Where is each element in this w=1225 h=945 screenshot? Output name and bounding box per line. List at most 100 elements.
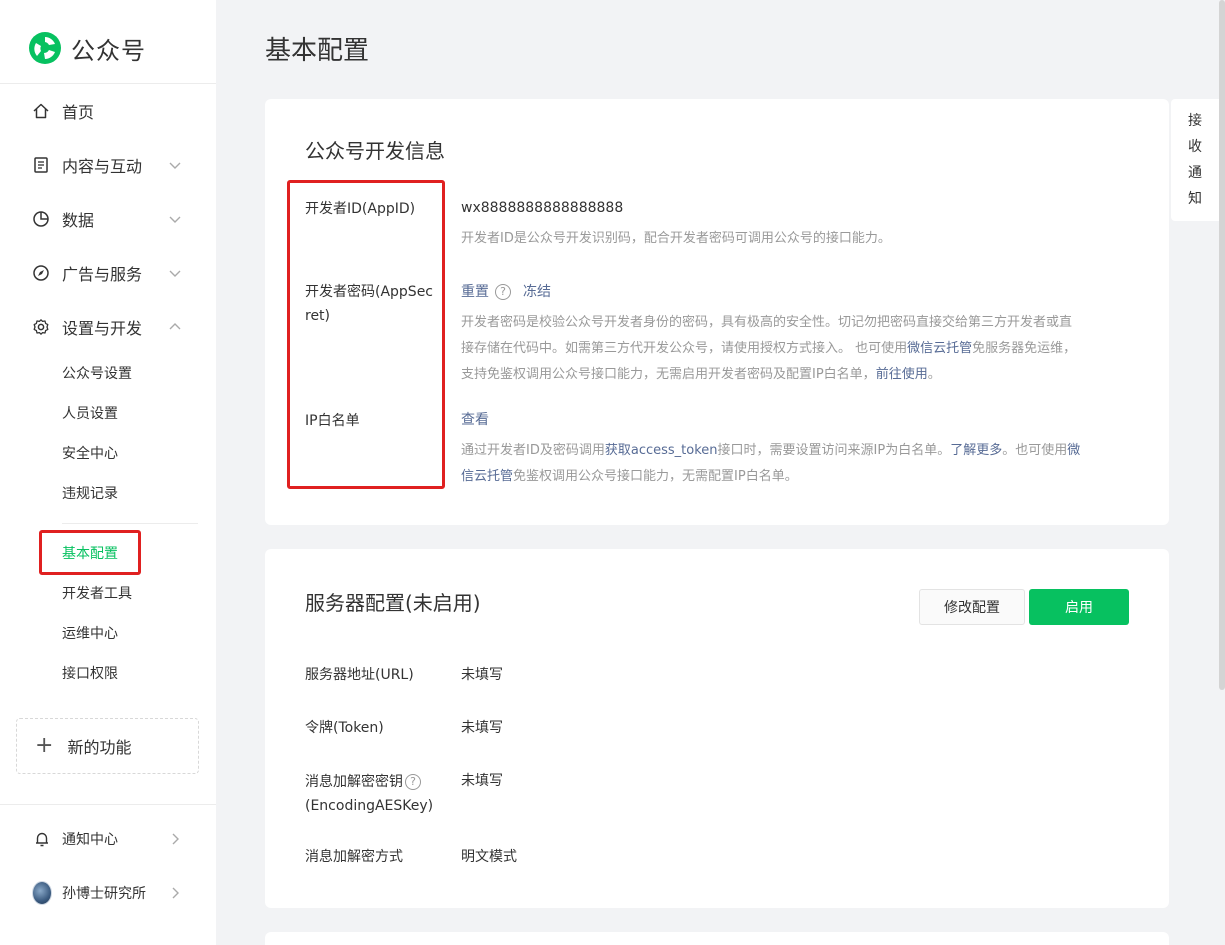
subnav-security-center[interactable]: 安全中心 [62,444,118,464]
enable-button[interactable]: 启用 [1029,589,1129,625]
sidebar: 公众号 首页 内容与互动 数据 广告与服务 设置与开发 公众号设置 人员设置 安… [0,0,216,945]
subnav-violations[interactable]: 违规记录 [62,484,118,504]
brand[interactable]: 公众号 [28,30,146,66]
notice-char: 知 [1188,191,1202,207]
aes-key-label-line2: (EncodingAESKey) [305,798,434,814]
appsecret-label-line2: ret) [305,308,331,324]
home-icon [32,102,50,120]
notification-center[interactable]: 通知中心 [32,824,192,854]
wechat-cloud-link[interactable]: 微 [1067,443,1080,458]
subnav-api-permissions[interactable]: 接口权限 [62,664,118,684]
nav-content[interactable]: 内容与互动 [32,150,192,180]
avatar-wrap [32,881,52,905]
appsecret-desc-line2: 接存储在代码中。如需第三方代开发公众号，请使用授权方式接入。 也可使用微信云托管… [461,336,1131,362]
text: 。 [927,367,941,382]
pie-chart-icon [32,210,50,228]
chevron-right-icon [172,833,179,845]
aes-key-value: 未填写 [461,773,503,789]
appsecret-desc: 开发者密码是校验公众号开发者身份的密码，具有极高的安全性。切记勿把密码直接交给第… [461,310,1131,388]
appid-label: 开发者ID(AppID) [305,201,416,217]
nav-settings[interactable]: 设置与开发 [32,312,192,342]
text: 免服务器免运维， [972,341,1077,356]
text: 接存储在代码中。如需第三方代开发公众号，请使用授权方式接入。 也可使用 [461,341,908,356]
wechat-cloud-link[interactable]: 信云托管 [461,469,513,484]
subnav-people-settings[interactable]: 人员设置 [62,404,118,424]
highlight-box [287,180,445,489]
document-icon [32,156,50,174]
gear-icon [32,318,50,336]
ip-view-link: 查看 [461,409,489,431]
nav-data-label: 数据 [62,211,95,230]
server-config-title: 服务器配置(未启用) [305,591,481,615]
nav-home[interactable]: 首页 [32,96,192,126]
text: 通过开发者ID及密码调用 [461,443,605,458]
new-feature-button[interactable]: + 新的功能 [16,718,199,774]
sidebar-divider [0,83,216,84]
dev-info-card: 公众号开发信息 开发者ID(AppID) wx8888888888888888 … [265,99,1169,525]
nav-ads-label: 广告与服务 [62,265,143,284]
notice-char: 接 [1188,113,1202,129]
subnav-dev-tools[interactable]: 开发者工具 [62,584,132,604]
text: 消息加解密密钥 [305,774,403,790]
appid-desc: 开发者ID是公众号开发识别码，配合开发者密码可调用公众号的接口能力。 [461,231,891,246]
reset-link[interactable]: 重置 [461,284,489,300]
chevron-up-icon [169,323,181,330]
receive-notification-tab[interactable]: 接 收 通 知 [1171,99,1219,221]
text: 接口时，需要设置访问来源IP为白名单。 [717,443,951,458]
subnav-basic-config[interactable]: 基本配置 [62,544,118,564]
chevron-down-icon [169,270,181,277]
wechat-cloud-link[interactable]: 微信云托管 [907,341,972,356]
appid-value: wx8888888888888888 [461,200,624,216]
aes-key-label-line1: 消息加解密密钥? [305,770,440,794]
bell-icon [32,829,52,849]
token-value: 未填写 [461,720,503,736]
ip-desc-line2: 信云托管免鉴权调用公众号接口能力，无需配置IP白名单。 [461,464,1131,490]
freeze-link[interactable]: 冻结 [523,284,551,300]
token-label: 令牌(Token) [305,720,384,736]
appsecret-desc-line1: 开发者密码是校验公众号开发者身份的密码，具有极高的安全性。切记勿把密码直接交给第… [461,315,1073,330]
server-url-value: 未填写 [461,667,503,683]
avatar [32,881,52,905]
chevron-right-icon [172,887,179,899]
wechat-official-account-logo [29,32,61,64]
subnav-ops-center[interactable]: 运维中心 [62,624,118,644]
ip-desc-line1: 通过开发者ID及密码调用获取access_token接口时，需要设置访问来源IP… [461,438,1131,464]
text: 支持免鉴权调用公众号接口能力，无需启用开发者密码及配置IP白名单， [461,367,876,382]
brand-name: 公众号 [71,36,146,65]
learn-more-link[interactable]: 了解更多 [950,443,1002,458]
nav-settings-label: 设置与开发 [62,319,143,338]
nav-content-label: 内容与互动 [62,157,143,176]
appsecret-label-line1: 开发者密码(AppSec [305,284,434,300]
notice-char: 收 [1188,139,1202,155]
page-title: 基本配置 [265,36,370,66]
subnav-divider [62,523,198,524]
access-token-link[interactable]: 获取access_token [605,443,718,458]
ip-whitelist-label: IP白名单 [305,413,360,429]
go-use-link[interactable]: 前往使用 [876,367,928,382]
notice-char: 通 [1188,165,1202,181]
ip-whitelist-desc: 通过开发者ID及密码调用获取access_token接口时，需要设置访问来源IP… [461,438,1131,490]
nav-home-label: 首页 [62,103,95,122]
text: 免鉴权调用公众号接口能力，无需配置IP白名单。 [513,469,798,484]
chevron-down-icon [169,216,181,223]
sidebar-divider [0,804,216,805]
nav-data[interactable]: 数据 [32,204,192,234]
help-icon[interactable]: ? [405,774,421,790]
appsecret-desc-line3: 支持免鉴权调用公众号接口能力，无需启用开发者密码及配置IP白名单，前往使用。 [461,362,1131,388]
account-menu[interactable]: 孙博士研究所 [32,878,192,908]
help-icon[interactable]: ? [495,284,511,300]
modify-config-button[interactable]: 修改配置 [919,589,1025,625]
appsecret-label: 开发者密码(AppSec ret) [305,280,440,328]
encryption-mode-label: 消息加解密方式 [305,849,403,865]
dev-info-title: 公众号开发信息 [305,139,445,163]
appsecret-actions: 重置? 冻结 [461,281,551,303]
server-url-label: 服务器地址(URL) [305,667,414,683]
subnav-account-settings[interactable]: 公众号设置 [62,364,132,384]
view-link[interactable]: 查看 [461,412,489,428]
server-config-card: 服务器配置(未启用) 修改配置 启用 服务器地址(URL) 未填写 令牌(Tok… [265,549,1169,908]
nav-ads[interactable]: 广告与服务 [32,258,192,288]
scrollbar[interactable] [1219,0,1225,690]
chevron-down-icon [169,162,181,169]
compass-icon [32,264,50,282]
aes-key-label: 消息加解密密钥? (EncodingAESKey) [305,770,440,818]
